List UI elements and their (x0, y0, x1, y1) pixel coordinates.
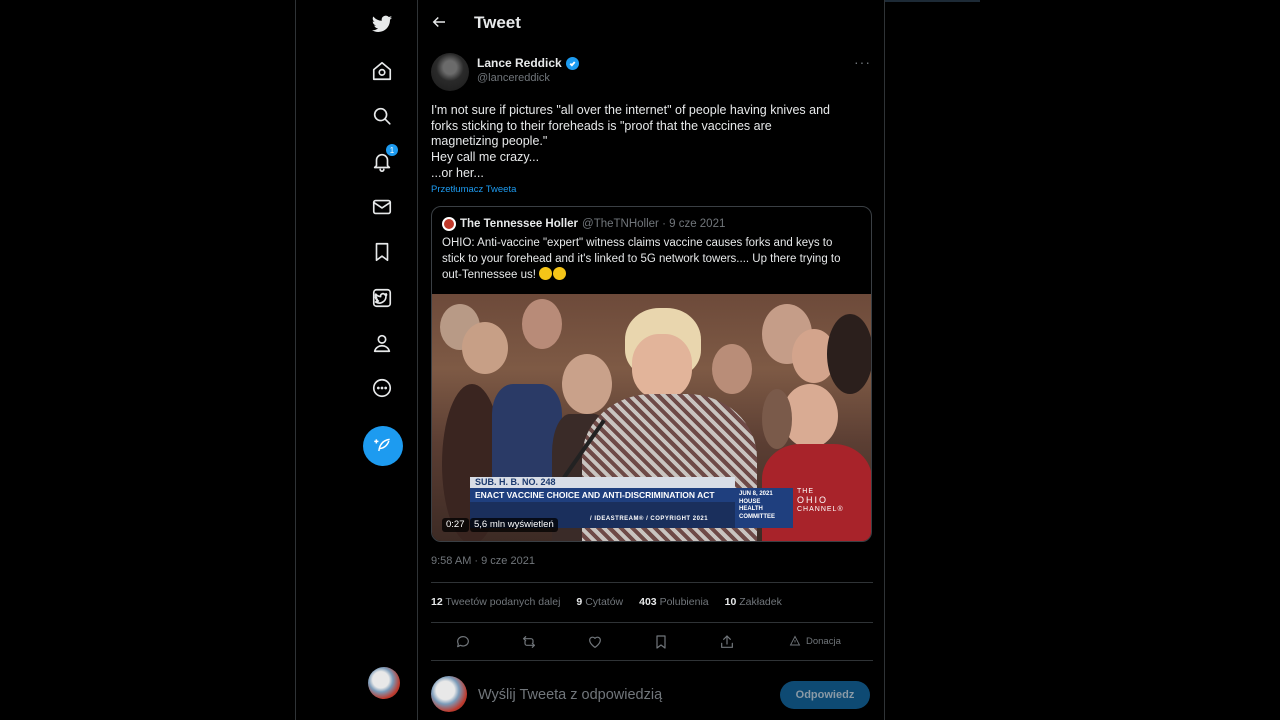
quoted-text-line: OHIO: Anti-vaccine "expert" witness clai… (442, 237, 833, 249)
quoted-tweet[interactable]: The Tennessee Holler @TheTNHoller · 9 cz… (431, 206, 872, 542)
channel-logo-name: OHIO (797, 495, 829, 505)
video-duration: 0:27 (442, 518, 469, 532)
lower-third-bill: SUB. H. B. NO. 248 (470, 477, 735, 488)
channel-logo-suffix: CHANNEL® (797, 506, 844, 513)
reply-icon[interactable] (453, 632, 473, 652)
tweet-text-line: ...or her... (431, 165, 484, 180)
stat-count: 403 (639, 596, 657, 608)
like-icon[interactable] (585, 632, 605, 652)
author-handle[interactable]: @lancereddick (477, 72, 550, 84)
donate-label: Donacja (806, 635, 841, 647)
divider (431, 660, 873, 661)
crowd-person (462, 322, 508, 374)
reply-input[interactable] (478, 684, 768, 706)
translate-tweet-link[interactable]: Przetłumacz Tweeta (431, 184, 516, 195)
author-name[interactable]: Lance Reddick (477, 56, 579, 70)
quoted-tweet-header: The Tennessee Holler @TheTNHoller · 9 cz… (442, 217, 725, 231)
quoted-author-handle-date: @TheTNHoller · 9 cze 2021 (582, 218, 726, 230)
crowd-person (522, 299, 562, 349)
tweet-timestamp[interactable]: 9:58 AM · 9 cze 2021 (431, 555, 535, 567)
tweet-stats: 12 Tweetów podanych dalej 9 Cytatów 403 … (431, 596, 782, 608)
lower-third-title: ENACT VACCINE CHOICE AND ANTI-DISCRIMINA… (470, 488, 735, 502)
crowd-person (712, 344, 752, 394)
more-options-icon[interactable]: ··· (854, 54, 871, 70)
author-avatar[interactable] (431, 53, 469, 91)
lower-third-date: JUN 8, 2021 (739, 491, 773, 497)
donate-icon (789, 635, 801, 646)
twitter-blue-icon[interactable] (370, 286, 394, 310)
stat-label: Zakładek (739, 596, 782, 608)
main-column: Tweet Lance Reddick @lancereddick ··· I'… (418, 0, 886, 720)
app-window: 1 Tweet Lance Reddick @lancereddick ··· … (295, 0, 885, 720)
messages-icon[interactable] (370, 195, 394, 219)
donate-button[interactable]: Donacja (789, 635, 841, 647)
twitter-logo-icon[interactable] (370, 12, 394, 36)
divider (431, 622, 873, 623)
stat-count: 10 (724, 596, 737, 608)
home-icon[interactable] (370, 59, 394, 83)
reply-button[interactable]: Odpowiedz (780, 681, 870, 709)
channel-logo: THE OHIO CHANNEL® (797, 487, 867, 514)
grimace-emoji-icon (539, 267, 553, 280)
compose-tweet-button[interactable] (363, 426, 403, 466)
more-options-icon[interactable] (370, 376, 394, 400)
tweet-actions: Donacja (431, 632, 873, 652)
tweet-text-line: magnetizing people." (431, 134, 548, 149)
account-avatar[interactable] (368, 667, 400, 699)
quotes-stat[interactable]: 9 Cytatów (576, 596, 623, 608)
stat-label: Cytatów (585, 596, 624, 608)
lower-third-committee-line: HOUSE (739, 498, 761, 505)
verified-badge-icon (565, 56, 579, 70)
quoted-author-name[interactable]: The Tennessee Holler (460, 218, 578, 230)
share-icon[interactable] (717, 632, 737, 652)
crowd-person (762, 389, 792, 449)
tweet-text-line: Hey call me crazy... (431, 150, 540, 165)
profile-icon[interactable] (370, 331, 394, 355)
stat-count: 12 (431, 596, 443, 608)
crowd-person (562, 354, 612, 414)
stat-label: Tweetów podanych dalej (445, 596, 561, 608)
retweet-icon[interactable] (519, 632, 539, 652)
quoted-tweet-text: OHIO: Anti-vaccine "expert" witness clai… (442, 236, 867, 284)
feather-plus-icon (374, 438, 390, 452)
stat-label: Polubienia (659, 596, 709, 608)
bookmark-icon[interactable] (651, 632, 671, 652)
back-arrow-icon[interactable] (430, 13, 450, 33)
page-title: Tweet (474, 13, 521, 32)
video-view-count: 5,6 mln wyświetleń (470, 518, 558, 532)
page-header: Tweet (418, 0, 886, 46)
notification-badge: 1 (386, 144, 398, 156)
divider (431, 582, 873, 583)
tweet-text: I'm not sure if pictures "all over the i… (431, 103, 879, 182)
likes-stat[interactable]: 403 Polubienia (639, 596, 709, 608)
notifications-icon[interactable]: 1 (370, 144, 398, 174)
video-player[interactable]: SUB. H. B. NO. 248 ENACT VACCINE CHOICE … (432, 294, 871, 541)
retweets-stat[interactable]: 12 Tweetów podanych dalej (431, 596, 560, 608)
lower-third-date-box: JUN 8, 2021 HOUSE HEALTH COMMITTEE (735, 488, 793, 528)
sidebar: 1 (296, 0, 418, 720)
lower-third-committee-line: HEALTH (739, 506, 763, 512)
explore-icon[interactable] (370, 104, 394, 128)
author-name-text: Lance Reddick (477, 56, 562, 70)
speaker-face (632, 334, 692, 399)
quoted-text-line-last: out-Tennessee us! (442, 267, 867, 284)
quoted-author-avatar[interactable] (442, 217, 456, 231)
tweet-text-line: forks sticking to their foreheads is "pr… (431, 118, 772, 133)
stat-count: 9 (576, 596, 583, 608)
tweet-text-line: I'm not sure if pictures "all over the i… (431, 103, 830, 117)
quoted-text-line: out-Tennessee us! (442, 269, 536, 281)
worried-emoji-icon (553, 267, 567, 280)
reply-avatar (431, 676, 467, 712)
quoted-text-line: stick to your forehead and it's linked t… (442, 252, 841, 265)
lower-third-committee-line: COMMITTEE (739, 513, 775, 520)
bookmarks-icon[interactable] (370, 240, 394, 264)
crowd-person (827, 314, 871, 394)
bookmarks-stat[interactable]: 10 Zakładek (725, 596, 782, 608)
